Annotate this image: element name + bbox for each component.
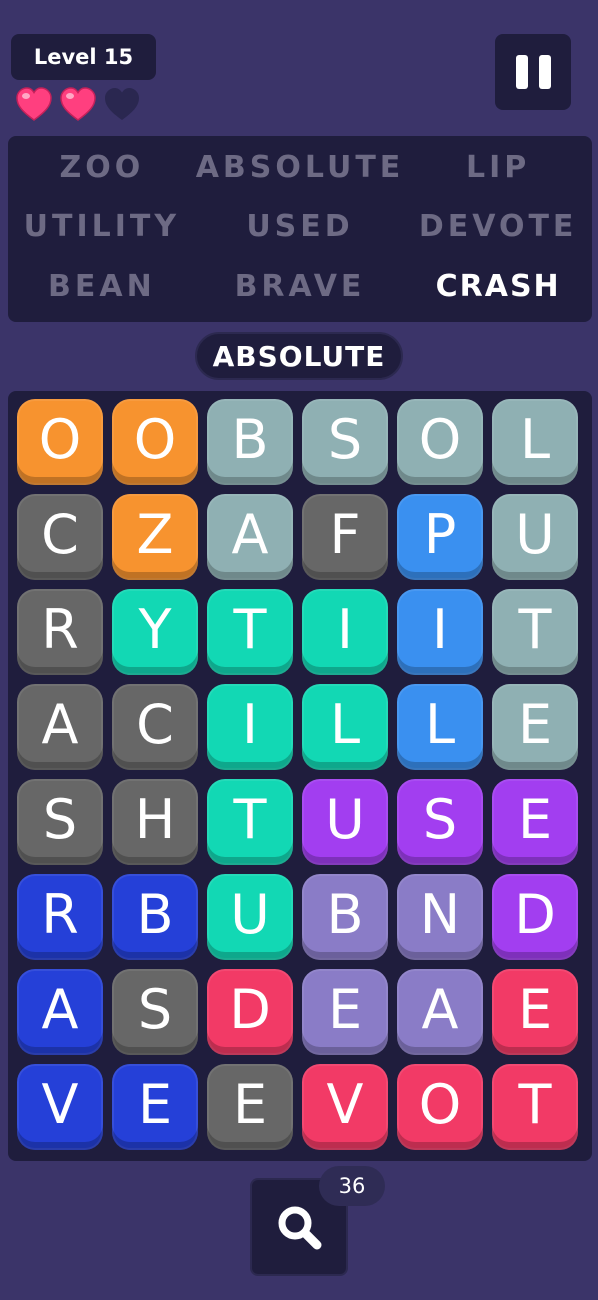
- letter-tile[interactable]: S: [302, 399, 388, 485]
- letter-tile[interactable]: A: [397, 969, 483, 1055]
- letter-tile[interactable]: C: [112, 684, 198, 770]
- target-word: CRASH: [435, 268, 561, 304]
- letter-tile[interactable]: A: [17, 684, 103, 770]
- letter-tile[interactable]: E: [492, 969, 578, 1055]
- letter-tile[interactable]: S: [112, 969, 198, 1055]
- letter-tile[interactable]: E: [492, 684, 578, 770]
- hint-count: 36: [338, 1174, 366, 1198]
- target-word: BRAVE: [234, 268, 366, 304]
- letter-tile[interactable]: R: [17, 589, 103, 675]
- letter-tile[interactable]: A: [207, 494, 293, 580]
- letter-tile[interactable]: S: [17, 779, 103, 865]
- target-word: UTILITY: [23, 209, 181, 245]
- letter-tile[interactable]: L: [302, 684, 388, 770]
- letter-tile[interactable]: O: [397, 399, 483, 485]
- letter-tile[interactable]: E: [207, 1064, 293, 1150]
- letter-tile[interactable]: A: [17, 969, 103, 1055]
- letter-tile[interactable]: N: [397, 874, 483, 960]
- letter-tile[interactable]: S: [397, 779, 483, 865]
- letter-tile[interactable]: O: [112, 399, 198, 485]
- current-word: ABSOLUTE: [195, 332, 403, 380]
- lives: [15, 86, 141, 124]
- letter-tile[interactable]: Z: [112, 494, 198, 580]
- letter-tile[interactable]: O: [17, 399, 103, 485]
- letter-tile[interactable]: B: [207, 399, 293, 485]
- letter-tile[interactable]: I: [397, 589, 483, 675]
- target-word: USED: [246, 209, 354, 245]
- letter-tile[interactable]: T: [207, 779, 293, 865]
- letter-tile[interactable]: F: [302, 494, 388, 580]
- letter-tile[interactable]: R: [17, 874, 103, 960]
- pause-icon: [515, 55, 528, 89]
- pause-button[interactable]: [495, 34, 571, 110]
- letter-tile[interactable]: E: [302, 969, 388, 1055]
- letter-tile[interactable]: T: [492, 1064, 578, 1150]
- letter-tile[interactable]: H: [112, 779, 198, 865]
- letter-tile[interactable]: T: [492, 589, 578, 675]
- hint-count-badge: 36: [319, 1166, 385, 1206]
- target-word: BEAN: [48, 268, 156, 304]
- word-list: ZOO ABSOLUTE LIP UTILITY USED DEVOTE BEAN BRAVE…: [8, 136, 592, 322]
- heart-empty-icon: [105, 88, 139, 120]
- letter-tile[interactable]: B: [302, 874, 388, 960]
- letter-tile[interactable]: C: [17, 494, 103, 580]
- letter-tile[interactable]: I: [302, 589, 388, 675]
- letter-tile[interactable]: L: [397, 684, 483, 770]
- target-word: ABSOLUTE: [195, 150, 405, 186]
- letter-board[interactable]: OOBSOLCZAFPURYTIITACILLESHTUSERBUBNDASDE…: [8, 391, 592, 1161]
- target-word: ZOO: [59, 150, 145, 186]
- heart-full-icon: [16, 87, 52, 121]
- letter-tile[interactable]: I: [207, 684, 293, 770]
- level-label: Level 15: [33, 45, 134, 69]
- pause-icon: [538, 55, 551, 89]
- letter-tile[interactable]: E: [492, 779, 578, 865]
- letter-tile[interactable]: P: [397, 494, 483, 580]
- letter-tile[interactable]: Y: [112, 589, 198, 675]
- letter-tile[interactable]: O: [397, 1064, 483, 1150]
- letter-tile[interactable]: U: [492, 494, 578, 580]
- level-indicator: Level 15: [11, 34, 156, 80]
- letter-tile[interactable]: V: [17, 1064, 103, 1150]
- heart-full-icon: [60, 87, 96, 121]
- letter-tile[interactable]: T: [207, 589, 293, 675]
- letter-tile[interactable]: L: [492, 399, 578, 485]
- target-word: DEVOTE: [418, 209, 578, 245]
- letter-tile[interactable]: D: [492, 874, 578, 960]
- letter-tile[interactable]: E: [112, 1064, 198, 1150]
- target-word: LIP: [466, 150, 531, 186]
- letter-tile[interactable]: D: [207, 969, 293, 1055]
- letter-tile[interactable]: U: [207, 874, 293, 960]
- search-icon: [278, 1206, 322, 1250]
- current-word-text: ABSOLUTE: [212, 339, 386, 373]
- letter-tile[interactable]: U: [302, 779, 388, 865]
- letter-tile[interactable]: V: [302, 1064, 388, 1150]
- letter-tile[interactable]: B: [112, 874, 198, 960]
